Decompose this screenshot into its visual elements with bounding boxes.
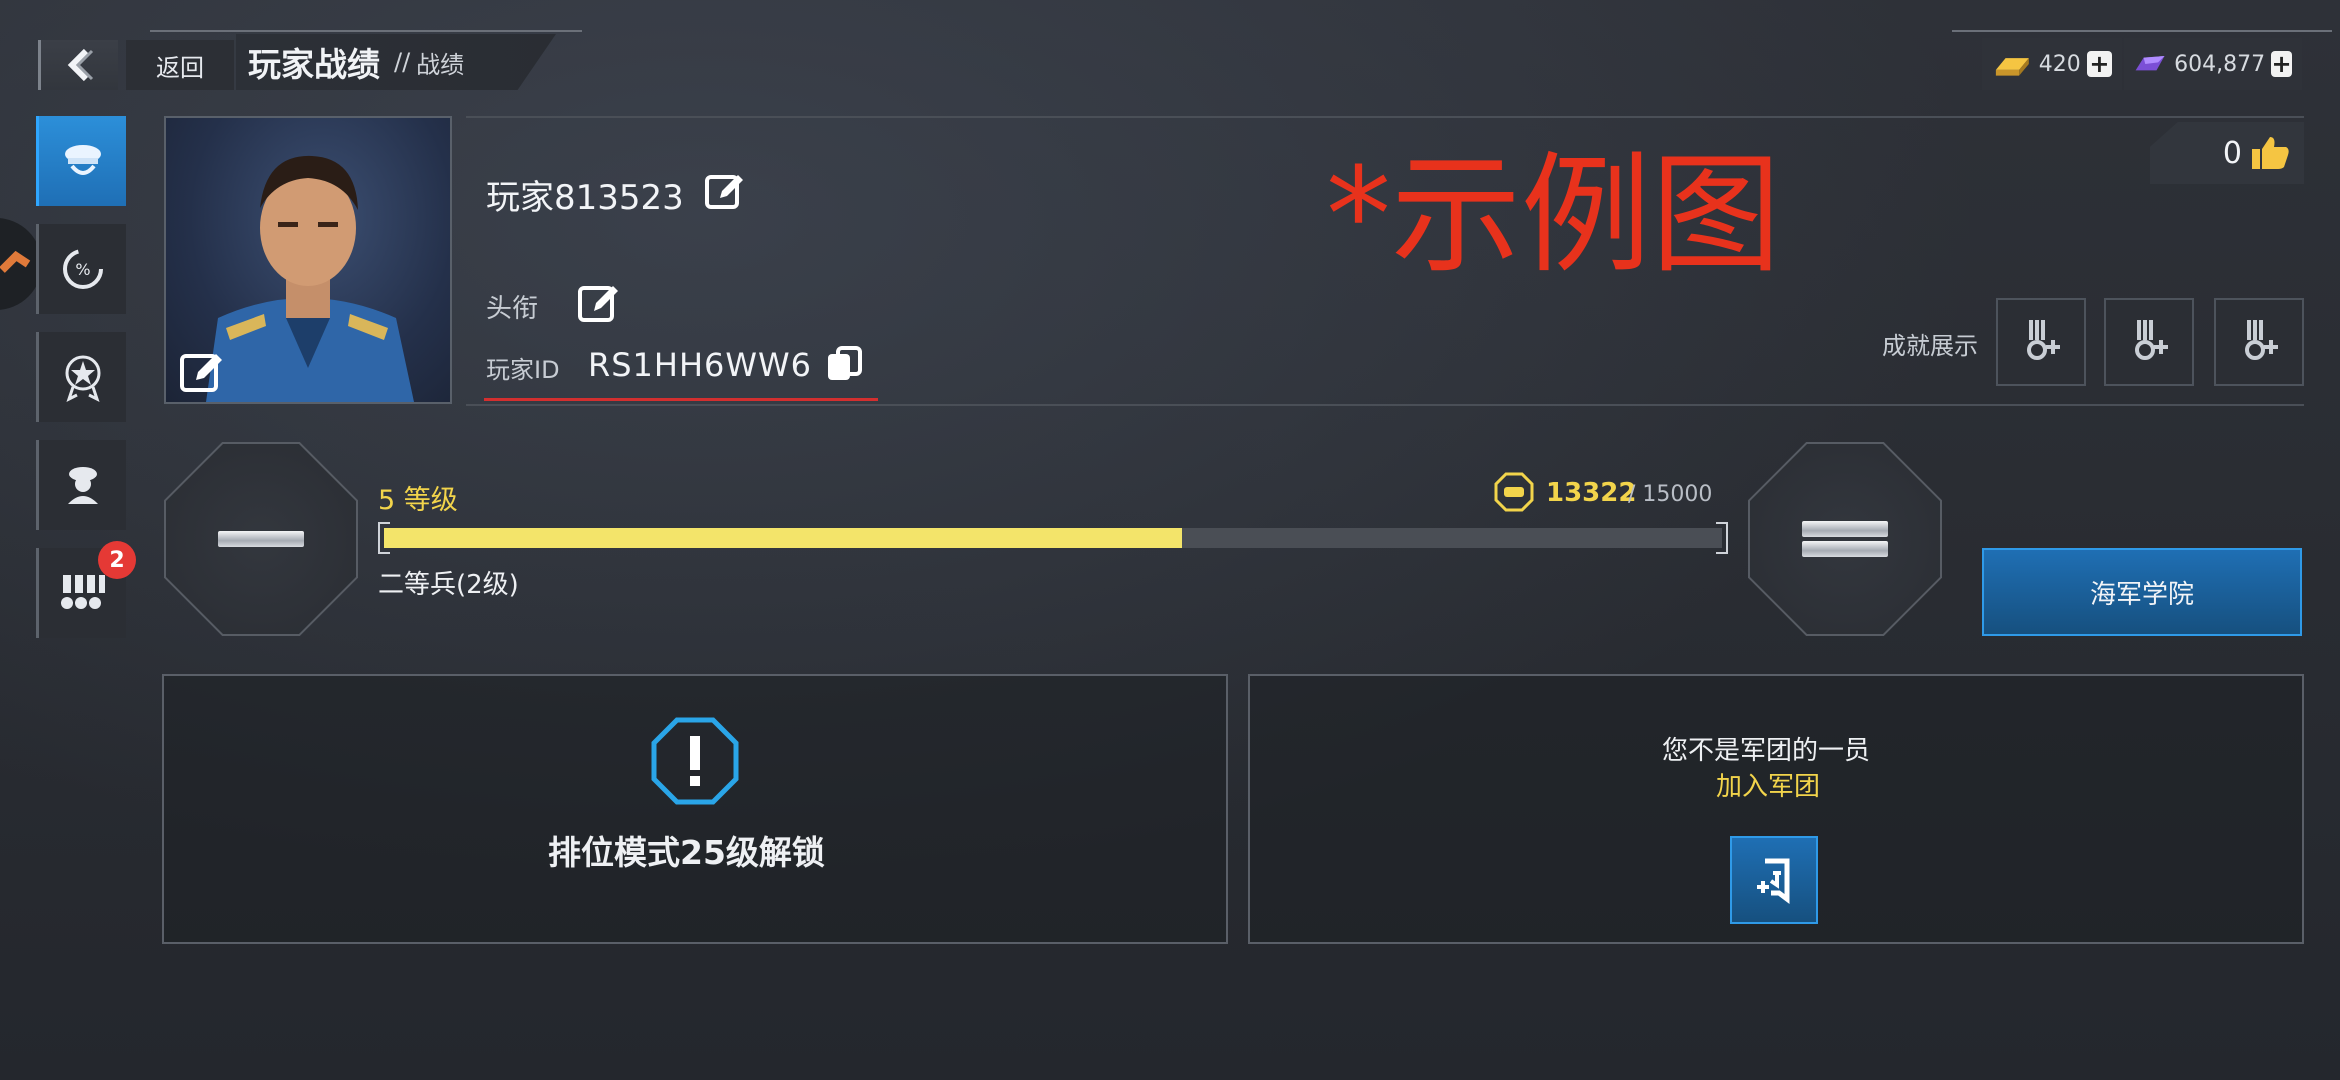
medals-collection-icon bbox=[60, 575, 105, 609]
ranked-unlock-text: 排位模式25级解锁 bbox=[548, 833, 825, 872]
level-label: 5 等级 bbox=[378, 485, 458, 516]
add-gem-button[interactable]: + bbox=[2271, 51, 2292, 77]
gem-resource: 604,877 + bbox=[2124, 38, 2302, 90]
add-gold-button[interactable]: + bbox=[2086, 51, 2112, 77]
gold-resource: 420 + bbox=[1982, 38, 2122, 90]
xp-bracket-left bbox=[378, 522, 390, 554]
gold-value: 420 bbox=[2038, 51, 2081, 77]
title-separator: // bbox=[394, 48, 411, 76]
join-guild-button[interactable] bbox=[1730, 836, 1818, 924]
chevron-left-icon bbox=[67, 48, 93, 82]
achievement-slot-3[interactable] bbox=[2214, 298, 2304, 386]
page-title-box: 玩家战绩 // 战绩 bbox=[236, 34, 556, 90]
join-guild-link[interactable]: 加入军团 bbox=[1716, 766, 1820, 803]
copy-icon[interactable] bbox=[824, 344, 864, 384]
achievement-slot-1[interactable] bbox=[1996, 298, 2086, 386]
officer-cap-icon bbox=[64, 145, 101, 175]
percent-ring-icon: % bbox=[62, 249, 103, 289]
back-label[interactable]: 返回 bbox=[126, 40, 234, 90]
thumbs-up-icon bbox=[2252, 137, 2289, 169]
nav-item-profile[interactable] bbox=[36, 116, 126, 206]
achievement-slot-2[interactable] bbox=[2104, 298, 2194, 386]
profile-divider-top bbox=[466, 116, 2304, 118]
avatar-edit-icon[interactable] bbox=[176, 346, 228, 398]
xp-badge-icon bbox=[1494, 472, 1534, 512]
guild-status-text: 您不是军团的一员 bbox=[1662, 736, 1871, 766]
nav-item-medals[interactable] bbox=[36, 332, 126, 422]
player-id-value: RS1HH6WW6 bbox=[588, 346, 813, 384]
add-medal-icon bbox=[2135, 320, 2168, 360]
page-title: 玩家战绩 bbox=[248, 45, 380, 84]
add-medal-icon bbox=[2027, 320, 2060, 360]
gem-value: 604,877 bbox=[2174, 51, 2266, 77]
rank-stripe bbox=[1802, 541, 1888, 557]
next-rank-emblem bbox=[1748, 442, 1942, 636]
nav-item-stats[interactable]: % bbox=[36, 224, 126, 314]
add-medal-icon bbox=[2245, 320, 2278, 360]
top-divider bbox=[150, 30, 582, 32]
current-rank-emblem bbox=[164, 442, 358, 636]
sample-watermark: *示例图 bbox=[1326, 139, 1782, 291]
back-button[interactable] bbox=[38, 40, 118, 90]
edit-name-icon[interactable] bbox=[702, 168, 748, 214]
join-guild-icon bbox=[1757, 858, 1790, 904]
gold-bar-icon bbox=[1995, 58, 2029, 76]
commander-icon bbox=[67, 467, 98, 504]
xp-fill bbox=[384, 528, 1182, 548]
chevron-handle-icon bbox=[0, 250, 31, 273]
likes-box[interactable]: 0 bbox=[2150, 122, 2304, 184]
crystal-icon bbox=[2135, 55, 2165, 71]
notification-badge: 2 bbox=[98, 541, 136, 579]
rank-stripe bbox=[218, 531, 304, 547]
xp-bracket-right bbox=[1716, 522, 1728, 554]
svg-text:%: % bbox=[75, 260, 90, 279]
top-divider-right bbox=[1952, 30, 2332, 32]
xp-max: / 15000 bbox=[1628, 482, 1713, 507]
ranked-mode-card bbox=[162, 674, 1228, 944]
player-id-underline bbox=[484, 398, 878, 401]
player-name: 玩家813523 bbox=[486, 178, 684, 218]
star-medal-icon bbox=[65, 355, 100, 402]
nav-item-commander[interactable] bbox=[36, 440, 126, 530]
achievements-label: 成就展示 bbox=[1882, 332, 1978, 360]
profile-divider-bottom bbox=[466, 404, 2304, 406]
alert-octagon-icon bbox=[650, 716, 740, 806]
rank-name: 二等兵(2级) bbox=[378, 570, 519, 600]
rank-stripe bbox=[1802, 521, 1888, 537]
page-subtitle: 战绩 bbox=[416, 50, 465, 79]
edit-title-icon[interactable] bbox=[574, 278, 624, 328]
title-label: 头衔 bbox=[486, 294, 539, 324]
player-id-label: 玩家ID bbox=[486, 356, 560, 384]
xp-current: 13322 bbox=[1546, 478, 1637, 508]
naval-academy-button[interactable]: 海军学院 bbox=[1982, 548, 2302, 636]
likes-count: 0 bbox=[2222, 135, 2242, 171]
